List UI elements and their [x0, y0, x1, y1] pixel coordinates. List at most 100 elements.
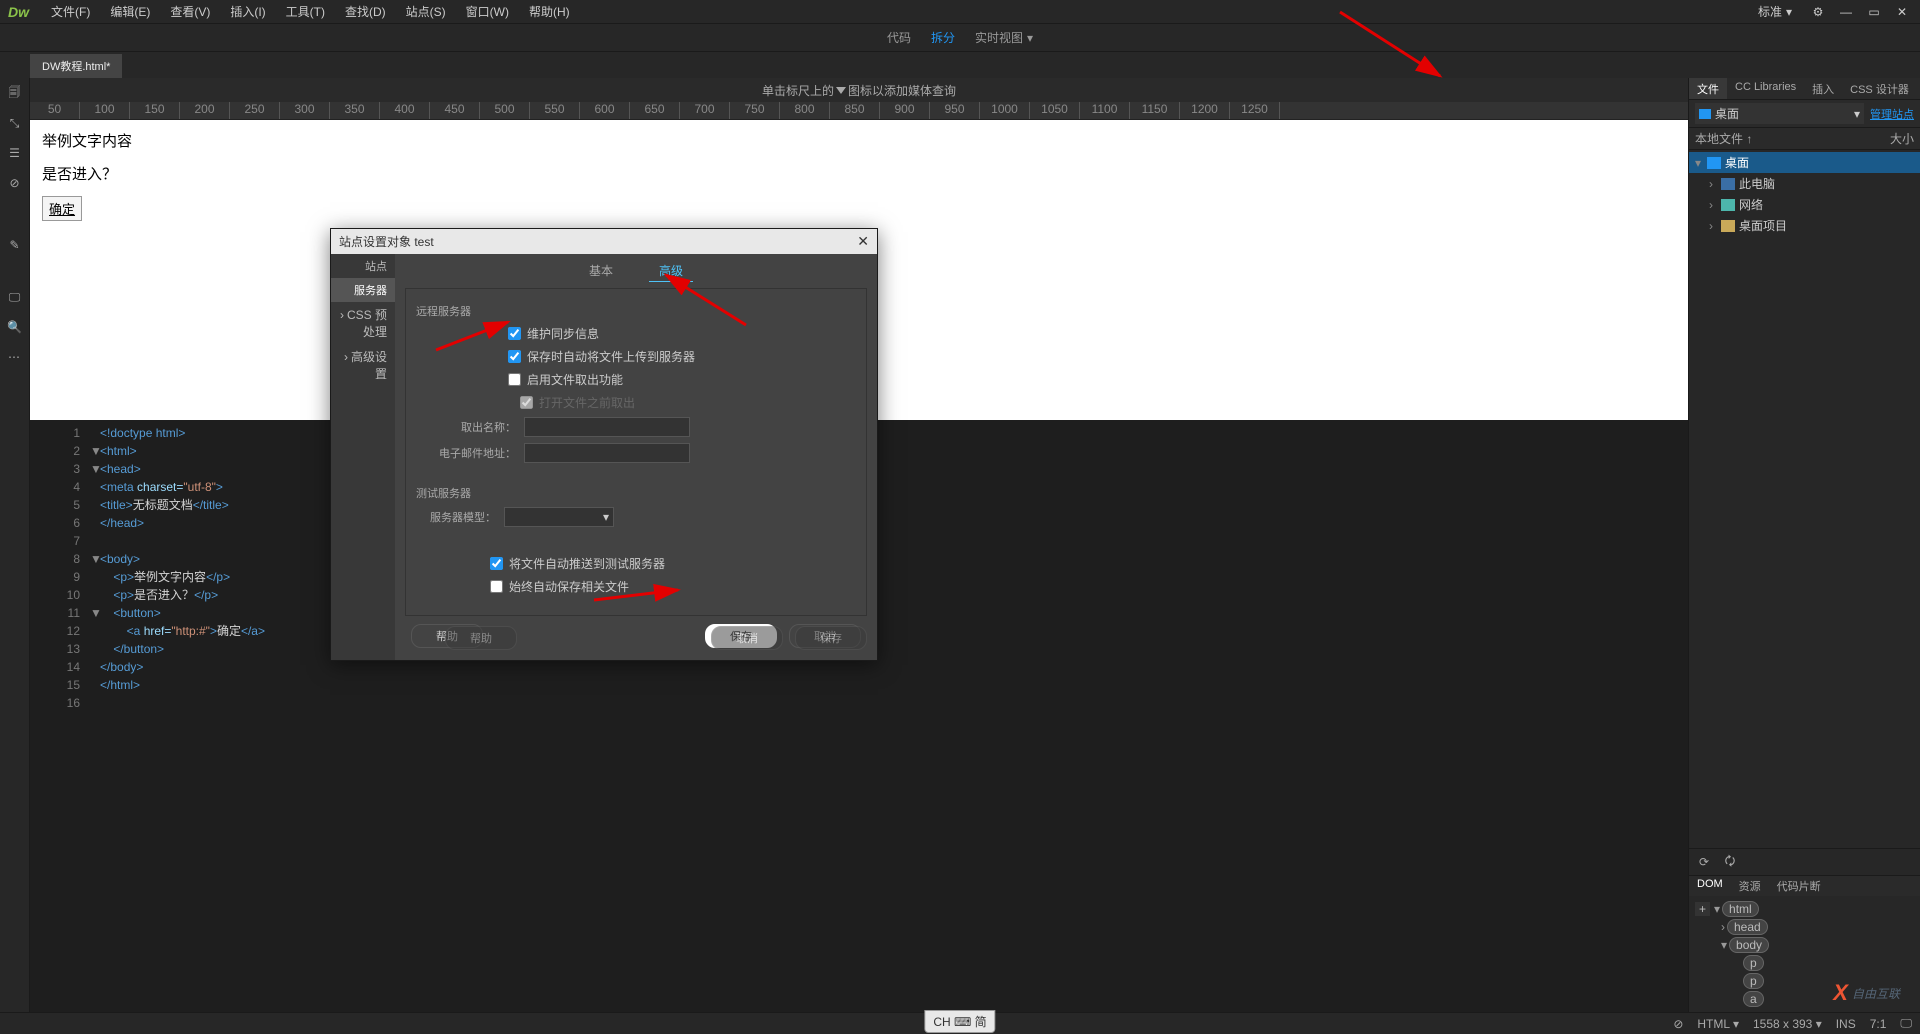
design-paragraph: 是否进入？ — [42, 163, 1676, 184]
refresh-icon[interactable]: ⟳ — [1695, 853, 1713, 871]
status-preview-icon[interactable]: 🖵 — [1900, 1016, 1912, 1031]
behind-save-button: 保存 — [795, 626, 867, 650]
status-cursor-pos: 7:1 — [1870, 1017, 1887, 1031]
chk-checkout-on-open — [520, 396, 533, 409]
statusbar: CH ⌨ 简 ⊘ HTML ▾ 1558 x 393 ▾ INS 7:1 🖵 — [0, 1012, 1920, 1034]
view-split[interactable]: 拆分 — [931, 29, 955, 46]
label-email: 电子邮件地址： — [416, 445, 524, 461]
menu-file[interactable]: 文件(F) — [41, 3, 100, 20]
view-live[interactable]: 实时视图▾ — [975, 29, 1033, 46]
tab-snippets[interactable]: 代码片断 — [1769, 876, 1829, 896]
status-insert-mode: INS — [1836, 1017, 1856, 1031]
chk-autosave-related[interactable] — [490, 580, 503, 593]
monitor-icon[interactable]: 🖵 — [6, 288, 24, 306]
right-panel: 文件 CC Libraries 插入 CSS 设计器 桌面▾ 管理站点 本地文件… — [1688, 78, 1920, 1012]
dom-node[interactable]: a — [1743, 991, 1764, 1007]
menu-site[interactable]: 站点(S) — [396, 3, 456, 20]
sidebar-item-advanced[interactable]: ›高级设置 — [331, 344, 395, 386]
manage-sites-link[interactable]: 管理站点 — [1870, 106, 1914, 122]
document-tab[interactable]: DW教程.html* — [30, 54, 122, 78]
section-test-server: 测试服务器 — [416, 485, 856, 501]
menu-edit[interactable]: 编辑(E) — [100, 3, 160, 20]
status-doc-type[interactable]: HTML ▾ — [1697, 1017, 1739, 1031]
sidebar-item-css-preproc[interactable]: ›CSS 预处理 — [331, 302, 395, 344]
menu-window[interactable]: 窗口(W) — [456, 3, 519, 20]
col-local-files[interactable]: 本地文件 ↑ — [1695, 130, 1752, 147]
site-settings-dialog: 站点设置对象 test ✕ 站点 服务器 ›CSS 预处理 ›高级设置 基本 高… — [330, 228, 878, 661]
section-remote-server: 远程服务器 — [416, 303, 856, 319]
select-server-model[interactable]: ▾ — [504, 507, 614, 527]
view-code[interactable]: 代码 — [887, 29, 911, 46]
dom-node[interactable]: html — [1722, 901, 1759, 917]
files-panel-tabs: 文件 CC Libraries 插入 CSS 设计器 — [1689, 78, 1920, 100]
list-icon[interactable]: ☰ — [6, 144, 24, 162]
tab-cclib[interactable]: CC Libraries — [1727, 78, 1804, 99]
inspect-icon[interactable]: 🔍 — [6, 318, 24, 336]
sync-settings-icon[interactable]: ⚙ — [1808, 2, 1828, 22]
file-manage-icon[interactable]: 🗐 — [6, 84, 24, 102]
dom-node[interactable]: p — [1743, 955, 1764, 971]
dialog-title-text: 站点设置对象 test — [339, 233, 434, 250]
col-size[interactable]: 大小 — [1890, 130, 1914, 147]
chk-enable-checkout[interactable] — [508, 373, 521, 386]
media-query-hint: 单击标尺上的图标以添加媒体查询 — [30, 78, 1688, 102]
tree-row[interactable]: ›网络 — [1689, 194, 1920, 215]
menu-tools[interactable]: 工具(T) — [276, 3, 335, 20]
chk-maintain-sync[interactable] — [508, 327, 521, 340]
site-selector[interactable]: 桌面▾ — [1695, 103, 1864, 124]
more-icon[interactable]: ⋯ — [6, 348, 24, 366]
triangle-down-icon — [836, 87, 846, 94]
dom-node[interactable]: head — [1727, 919, 1768, 935]
status-errors-icon[interactable]: ⊘ — [1673, 1017, 1683, 1031]
dialog-titlebar[interactable]: 站点设置对象 test ✕ — [331, 229, 877, 254]
ime-indicator[interactable]: CH ⌨ 简 — [924, 1010, 995, 1033]
sidebar-item-site[interactable]: 站点 — [331, 254, 395, 278]
tab-assets[interactable]: 资源 — [1731, 876, 1769, 896]
dom-node[interactable]: p — [1743, 973, 1764, 989]
label-server-model: 服务器模型： — [416, 509, 504, 525]
chk-auto-upload[interactable] — [508, 350, 521, 363]
expand-icon[interactable]: ⤡ — [6, 114, 24, 132]
disable-icon[interactable]: ⊘ — [6, 174, 24, 192]
tree-row[interactable]: ›桌面项目 — [1689, 215, 1920, 236]
tab-advanced[interactable]: 高级 — [649, 260, 693, 282]
tab-files[interactable]: 文件 — [1689, 78, 1727, 99]
desktop-icon — [1699, 109, 1711, 119]
layout-selector[interactable]: 标准 ▾ — [1750, 1, 1800, 22]
add-element-button[interactable]: + — [1695, 902, 1710, 916]
input-checkout-name — [524, 417, 690, 437]
chme chevron-down-icon: ▾ — [603, 510, 609, 524]
design-paragraph: 举例文字内容 — [42, 130, 1676, 151]
chk-auto-push-test[interactable] — [490, 557, 503, 570]
tree-row[interactable]: ›此电脑 — [1689, 173, 1920, 194]
status-dimensions[interactable]: 1558 x 393 ▾ — [1753, 1017, 1822, 1031]
tab-basic[interactable]: 基本 — [579, 260, 623, 282]
tab-insert[interactable]: 插入 — [1804, 78, 1842, 99]
app-logo: Dw — [8, 4, 29, 20]
design-confirm-button[interactable]: 确定 — [42, 196, 82, 221]
menu-insert[interactable]: 插入(I) — [220, 3, 275, 20]
minimize-icon[interactable]: — — [1836, 2, 1856, 22]
chevron-down-icon: ▾ — [1786, 5, 1792, 19]
file-tree: ▾桌面›此电脑›网络›桌面项目 — [1689, 150, 1920, 238]
behind-cancel-button: 取消 — [711, 626, 783, 650]
sync-icon[interactable]: 🗘 — [1721, 853, 1739, 871]
left-toolbar: 🗐 ⤡ ☰ ⊘ ✎ 🖵 🔍 ⋯ — [0, 78, 30, 1012]
behind-help-button: 帮助 — [445, 626, 517, 650]
close-icon[interactable]: ✕ — [1892, 2, 1912, 22]
menu-find[interactable]: 查找(D) — [335, 3, 396, 20]
dom-node[interactable]: body — [1729, 937, 1769, 953]
menu-view[interactable]: 查看(V) — [160, 3, 220, 20]
tree-row[interactable]: ▾桌面 — [1689, 152, 1920, 173]
menu-help[interactable]: 帮助(H) — [519, 3, 580, 20]
tab-dom[interactable]: DOM — [1689, 876, 1731, 896]
maximize-icon[interactable]: ▭ — [1864, 2, 1884, 22]
tab-css-designer[interactable]: CSS 设计器 — [1842, 78, 1917, 99]
ruler[interactable]: 5010015020025030035040045050055060065070… — [30, 102, 1688, 120]
close-icon[interactable]: ✕ — [857, 233, 869, 250]
document-tab-bar: DW教程.html* — [0, 52, 1920, 78]
chevron-down-icon: ▾ — [1027, 31, 1033, 45]
wand-icon[interactable]: ✎ — [6, 236, 24, 254]
watermark: X自由互联 — [1833, 980, 1900, 1006]
sidebar-item-servers[interactable]: 服务器 — [331, 278, 395, 302]
